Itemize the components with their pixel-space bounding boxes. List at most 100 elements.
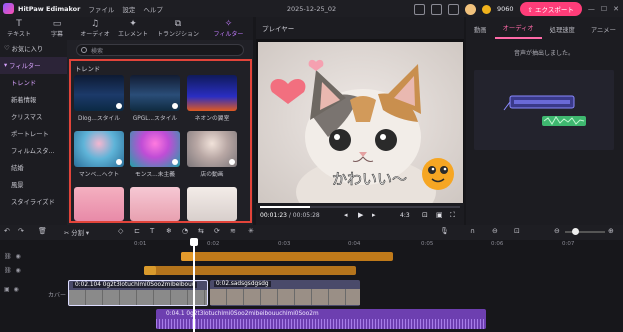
link-track-icon[interactable]: ⛓ bbox=[4, 253, 12, 260]
visibility-icon[interactable]: ◉ bbox=[15, 267, 20, 274]
link-icon[interactable]: ⊖ bbox=[492, 227, 498, 235]
layout-icon[interactable] bbox=[413, 3, 425, 15]
minimize-icon[interactable]: — bbox=[588, 5, 595, 13]
microphone-icon[interactable]: 🎙 bbox=[440, 227, 449, 235]
tool-audio[interactable]: ♫ オーディオ bbox=[76, 17, 114, 40]
lock-icon[interactable]: ▣ bbox=[4, 286, 10, 293]
category-favorites[interactable]: ♡ お気に入り bbox=[0, 40, 67, 57]
prev-frame-icon[interactable]: ◂ bbox=[344, 211, 348, 219]
effect-handle[interactable] bbox=[144, 266, 156, 275]
category-christmas[interactable]: クリスマス bbox=[0, 108, 67, 125]
tab-audio[interactable]: オーディオ bbox=[494, 23, 542, 39]
audio-wave-icon[interactable]: ≋ bbox=[230, 227, 236, 235]
zoom-slider[interactable] bbox=[565, 231, 605, 233]
aspect-ratio[interactable]: 4:3 bbox=[400, 212, 410, 219]
filter-tile-dlog[interactable] bbox=[74, 75, 124, 111]
player-controls: 00:01:23 / 00:05:28 ◂ ▶ ▸ 4:3 ⊡ ▣ ⛶ bbox=[256, 203, 464, 225]
video-preview[interactable]: かわいい～ bbox=[258, 42, 463, 212]
filter-tile-manbe[interactable] bbox=[74, 131, 124, 167]
freeze-icon[interactable]: ❄ bbox=[166, 227, 172, 235]
ai-tool-icon[interactable]: ✳ bbox=[248, 227, 254, 235]
filter-tile-store[interactable] bbox=[187, 131, 237, 167]
total-time: 00:05:28 bbox=[292, 212, 320, 219]
fit-icon[interactable]: ⊡ bbox=[514, 227, 520, 235]
category-film-style[interactable]: フィルムスタ... bbox=[0, 142, 67, 159]
delete-icon[interactable]: 🗑 bbox=[38, 227, 47, 235]
zoom-out-icon[interactable]: ⊖ bbox=[554, 227, 560, 235]
play-icon[interactable]: ▶ bbox=[358, 211, 363, 219]
category-stylized[interactable]: スタイライズド bbox=[0, 193, 67, 210]
tab-animation[interactable]: アニメー bbox=[583, 25, 623, 39]
filter-tile[interactable] bbox=[74, 187, 124, 221]
app-name: HitPaw Edimakor bbox=[18, 4, 81, 13]
tool-text[interactable]: T テキスト bbox=[0, 17, 38, 40]
audio-clip[interactable]: 0:04.1 0g2t3lotuchlmi0Soo2mibeibouuchlmi… bbox=[156, 309, 486, 329]
undo-icon[interactable]: ↶ bbox=[4, 227, 10, 235]
crop-tool-icon[interactable]: ⊏ bbox=[134, 227, 140, 235]
effect-clip[interactable] bbox=[144, 266, 356, 275]
visibility-icon[interactable]: ◉ bbox=[14, 286, 19, 293]
category-new[interactable]: 新着情報 bbox=[0, 91, 67, 108]
track-header: ⛓ ◉ bbox=[0, 267, 65, 274]
video-clip-second[interactable]: 0:02.sadsgsdgsdg bbox=[210, 280, 360, 306]
filter-tile-monster[interactable] bbox=[130, 131, 180, 167]
filter-label: モンス...未主義 bbox=[134, 172, 176, 178]
category-label: 新着情報 bbox=[11, 97, 37, 104]
tab-video[interactable]: 動画 bbox=[466, 25, 495, 39]
tool-audio-label: オーディオ bbox=[80, 31, 110, 38]
tab-speed[interactable]: 処理速度 bbox=[542, 25, 583, 39]
playhead[interactable] bbox=[193, 240, 195, 332]
monitor-icon[interactable] bbox=[430, 3, 442, 15]
avatar[interactable] bbox=[464, 3, 476, 15]
zoom-in-icon[interactable]: ⊕ bbox=[608, 227, 614, 235]
fullscreen-icon[interactable]: ⛶ bbox=[450, 211, 455, 220]
filter-tile-gpgl[interactable] bbox=[130, 75, 180, 111]
gift-icon[interactable] bbox=[447, 3, 459, 15]
filter-tile[interactable] bbox=[187, 187, 237, 221]
snapshot-icon[interactable]: ▣ bbox=[436, 211, 443, 219]
speed-icon[interactable]: ◔ bbox=[182, 227, 188, 235]
next-frame-icon[interactable]: ▸ bbox=[372, 211, 376, 219]
tool-filters[interactable]: ✧ フィルター bbox=[204, 17, 253, 40]
video-clip-title: 0:02.sadsgsdgsdg bbox=[214, 281, 271, 287]
export-button[interactable]: ⇧ エクスポート bbox=[519, 2, 582, 16]
tool-transitions[interactable]: ⧉ トランジション bbox=[152, 17, 204, 40]
magnet-icon[interactable]: ∩ bbox=[470, 227, 475, 235]
zoom-slider-handle[interactable] bbox=[572, 228, 579, 235]
link-track-icon[interactable]: ⛓ bbox=[4, 267, 12, 274]
menu-file[interactable]: ファイル bbox=[88, 4, 114, 14]
visibility-icon[interactable]: ◉ bbox=[15, 253, 20, 260]
maximize-icon[interactable]: ☐ bbox=[601, 5, 607, 13]
marker-icon[interactable]: ◇ bbox=[118, 227, 123, 235]
category-landscape[interactable]: 風景 bbox=[0, 176, 67, 193]
search-placeholder: 検索 bbox=[91, 47, 104, 55]
redo-icon[interactable]: ↷ bbox=[18, 227, 24, 235]
rotate-icon[interactable]: ⟳ bbox=[214, 227, 220, 235]
sticker-handle[interactable] bbox=[181, 252, 193, 261]
category-trend[interactable]: トレンド bbox=[0, 74, 67, 91]
menu-settings[interactable]: 設定 bbox=[122, 4, 135, 14]
tool-subtitles[interactable]: ▭ 字幕 bbox=[38, 17, 76, 40]
category-label: お気に入り bbox=[11, 46, 44, 53]
time-ruler[interactable]: 0:01 0:02 0:03 0:04 0:05 0:06 0:07 bbox=[65, 240, 623, 250]
current-time: 00:01:23 bbox=[260, 212, 287, 219]
category-wedding[interactable]: 結婚 bbox=[0, 159, 67, 176]
player-panel: プレイヤー かわいい～ 00:01:23 / 00:05:28 ◂ ▶ ▸ 4:… bbox=[256, 17, 464, 225]
reverse-icon[interactable]: ⇆ bbox=[198, 227, 204, 235]
category-portrait[interactable]: ポートレート bbox=[0, 125, 67, 142]
close-icon[interactable]: ✕ bbox=[613, 5, 619, 13]
search-input[interactable]: 検索 bbox=[76, 44, 244, 56]
download-icon bbox=[116, 103, 122, 109]
split-label: 分割 bbox=[71, 230, 84, 237]
crop-icon[interactable]: ⊡ bbox=[422, 211, 428, 219]
tool-elements[interactable]: ✦ エレメント bbox=[114, 17, 152, 40]
video-clip-main[interactable]: 0:02.104 0g2t3lotuchlmi0Soo2mibeibouu bbox=[68, 280, 208, 306]
playback-progress[interactable] bbox=[260, 206, 460, 208]
filter-tile-neon[interactable] bbox=[187, 75, 237, 111]
text-tool-icon[interactable]: T bbox=[150, 227, 154, 235]
category-filters[interactable]: ▾ フィルター bbox=[0, 57, 67, 74]
filter-tile[interactable] bbox=[130, 187, 180, 221]
sticker-clip[interactable] bbox=[181, 252, 393, 261]
menu-help[interactable]: ヘルプ bbox=[143, 4, 163, 14]
split-button[interactable]: ✂ 分割 ▾ bbox=[64, 228, 89, 237]
